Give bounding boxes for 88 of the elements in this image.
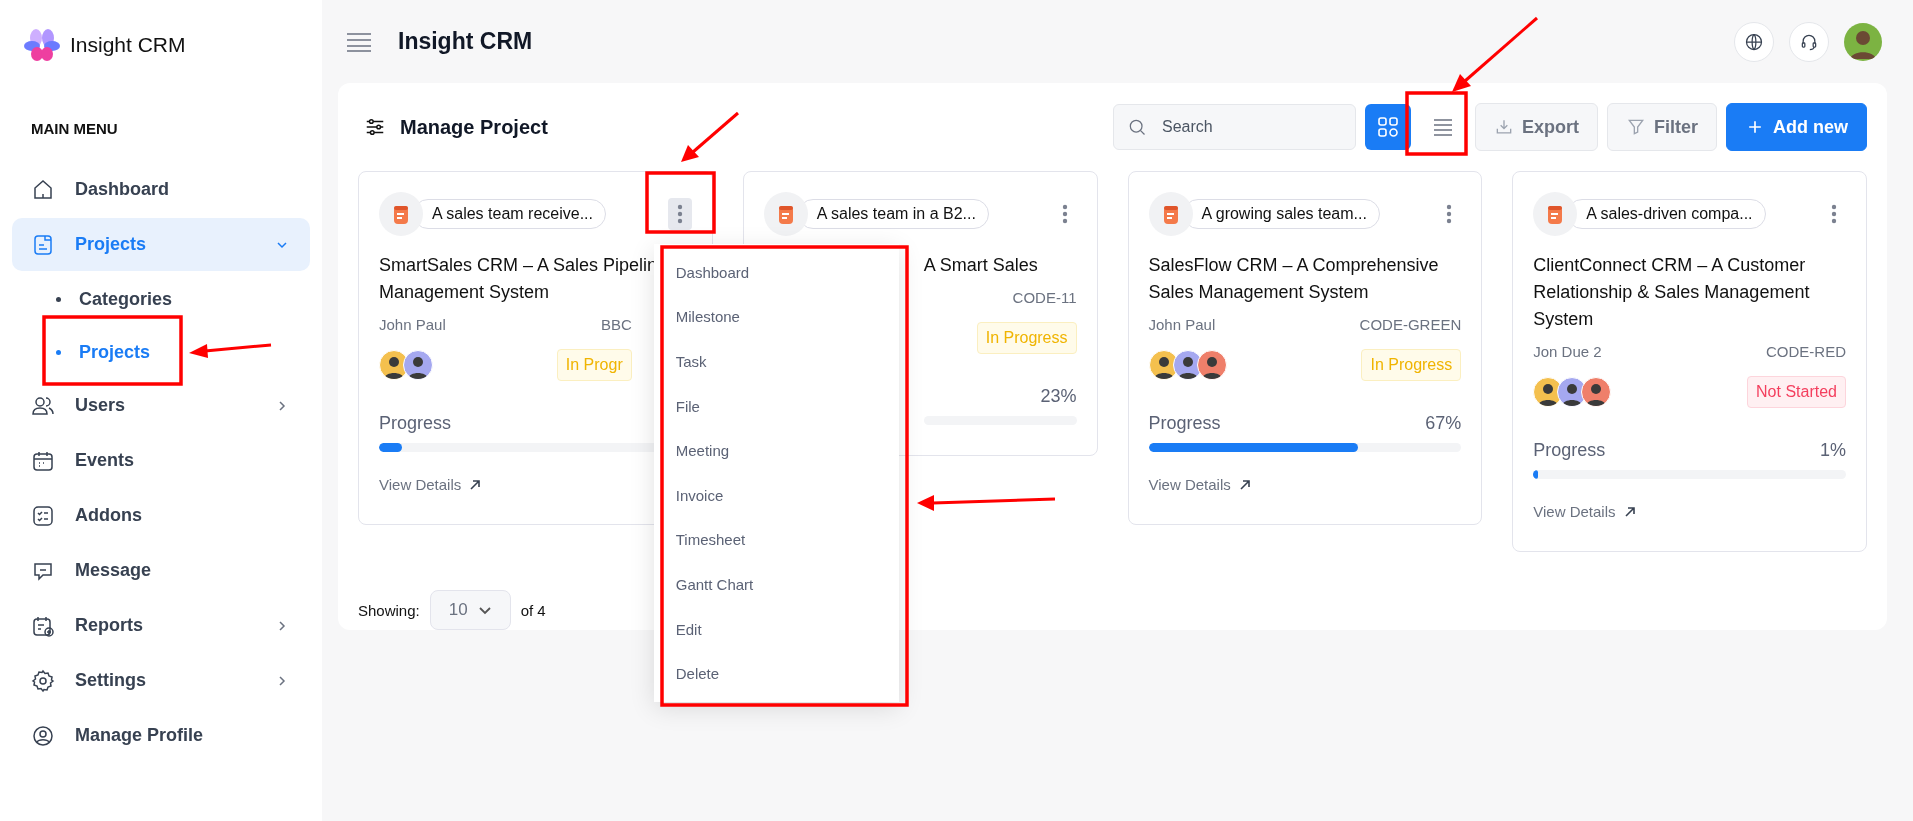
menu-item[interactable]: File [653, 383, 899, 429]
total-count: of 4 [520, 601, 546, 619]
project-code: CODE-RED [1766, 343, 1846, 360]
support-button[interactable] [1789, 21, 1829, 62]
more-options-button[interactable] [667, 198, 692, 230]
chevron-icon [276, 674, 288, 687]
menu-item[interactable]: Dashboard [653, 250, 899, 295]
sidebar-item[interactable]: Reports [12, 599, 310, 652]
menu-item[interactable]: Task [653, 339, 899, 384]
project-title: A Smart Sales [923, 254, 1038, 277]
project-title: ClientConnect CRM – A Customer Relationship & Sales Management System [1533, 254, 1810, 331]
arrow-up-right-icon [469, 478, 482, 491]
menu-item[interactable]: Milestone [653, 294, 899, 340]
project-title: SalesFlow CRM – A Comprehensive Sales Management System [1148, 254, 1439, 304]
progress-percent: 23% [1040, 386, 1077, 408]
progress-label: Progress [379, 413, 452, 435]
more-vertical-icon [1446, 204, 1453, 224]
progress-percent: 67% [1425, 413, 1462, 435]
menu-icon[interactable] [346, 31, 372, 52]
add-button[interactable]: Add new [1726, 103, 1867, 151]
menu-item[interactable]: Timesheet [653, 517, 899, 563]
view-details-link[interactable]: View Details [379, 476, 482, 493]
profile-icon [31, 723, 55, 748]
menu-item[interactable]: Meeting [653, 428, 899, 473]
chevron-icon [276, 619, 288, 632]
notepad-icon [1148, 192, 1193, 236]
owner-name: Jon Due 2 [1533, 343, 1602, 360]
home-icon [31, 177, 55, 202]
menu-item[interactable]: Gantt Chart [653, 562, 899, 607]
owner-name: John Paul [1148, 316, 1216, 333]
search-field[interactable]: Search [1112, 104, 1356, 150]
progress-percent: 1% [1820, 440, 1846, 462]
sidebar-item[interactable]: Message [12, 544, 310, 597]
sliders-icon [364, 116, 386, 138]
filter-button[interactable]: Filter [1607, 103, 1717, 151]
more-vertical-icon [1061, 204, 1068, 224]
progress-label: Progress [1533, 440, 1606, 462]
sidebar-subitem[interactable]: Categories [12, 273, 310, 326]
more-vertical-icon [1831, 204, 1837, 224]
arrow-up-right-icon [1238, 478, 1251, 491]
sidebar-item[interactable]: Projects [12, 218, 310, 271]
sidebar-item[interactable]: Addons [12, 489, 310, 542]
view-details-link[interactable]: View Details [1533, 503, 1636, 520]
notepad-icon [763, 192, 808, 236]
project-code: BBC [600, 316, 632, 333]
export-button[interactable]: Export [1474, 103, 1598, 151]
more-vertical-icon [676, 204, 683, 224]
grid-view-button[interactable] [1364, 104, 1411, 150]
sidebar-item[interactable]: Manage Profile [12, 709, 310, 762]
view-details-link[interactable]: View Details [1148, 476, 1251, 493]
owner-name: John Paul [379, 316, 446, 333]
status-badge: In Progr [556, 349, 632, 381]
project-code: CODE-GREEN [1359, 316, 1462, 333]
progress-label: Progress [1148, 413, 1221, 435]
sidebar-item[interactable]: Users [12, 379, 310, 432]
status-badge: Not Started [1747, 376, 1846, 408]
flower-logo-icon [24, 27, 60, 63]
menu-item[interactable]: Invoice [653, 472, 899, 518]
annotation-arrow [681, 111, 739, 162]
showing-label: Showing: [358, 601, 420, 619]
menu-item[interactable]: Delete [653, 651, 899, 696]
notepad-icon [1533, 192, 1578, 236]
user-avatar[interactable] [1844, 22, 1882, 61]
brand-name: Insight CRM [70, 33, 186, 57]
sidebar-item[interactable]: Settings [12, 654, 310, 707]
status-badge: In Progress [1361, 349, 1462, 381]
sidebar-subitem[interactable]: Projects [12, 326, 310, 379]
funnel-icon [1626, 117, 1646, 137]
arrow-up-right-icon [1623, 505, 1636, 518]
highlight-frame [645, 171, 716, 234]
panel-title: Manage Project [400, 115, 548, 139]
notepad-icon [379, 192, 423, 236]
project-code: CODE-11 [1012, 289, 1077, 306]
checklist-icon [31, 503, 55, 528]
sidebar-item[interactable]: Dashboard [12, 163, 310, 216]
page-title: Insight CRM [398, 28, 533, 55]
page-size-select[interactable]: 10 [429, 590, 511, 630]
sidebar-item[interactable]: Events [12, 434, 310, 487]
chevron-icon [276, 399, 288, 412]
globe-icon [1744, 31, 1764, 52]
menu-section-heading: MAIN MENU [30, 119, 119, 139]
settings-icon [31, 668, 55, 693]
highlight-frame [1405, 91, 1468, 156]
language-button[interactable] [1734, 21, 1774, 62]
menu-item[interactable]: Edit [653, 606, 899, 652]
document-icon [31, 232, 55, 257]
grid-icon [1375, 115, 1400, 139]
status-badge: In Progress [976, 322, 1077, 354]
